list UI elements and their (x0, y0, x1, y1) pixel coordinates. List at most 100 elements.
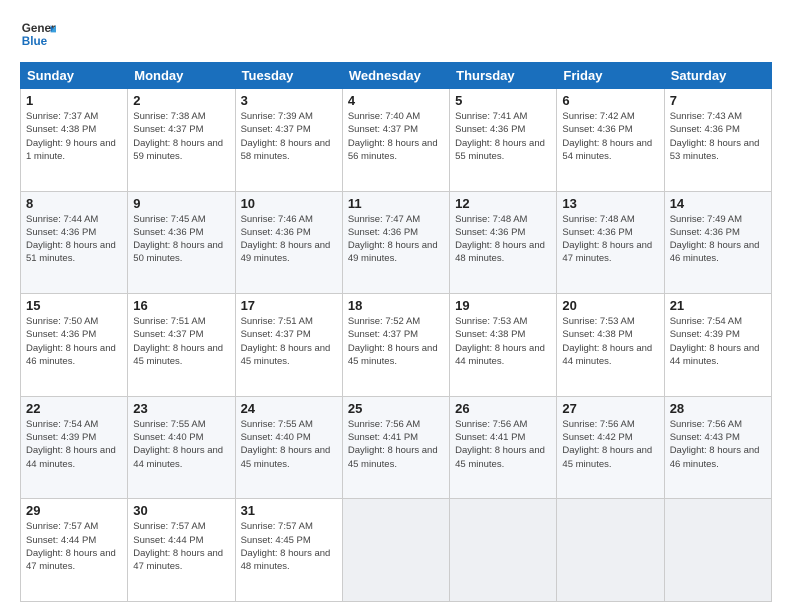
cell-sunset: Sunset: 4:36 PM (133, 227, 203, 238)
calendar-week-2: 8 Sunrise: 7:44 AM Sunset: 4:36 PM Dayli… (21, 191, 772, 294)
calendar-cell: 12 Sunrise: 7:48 AM Sunset: 4:36 PM Dayl… (450, 191, 557, 294)
cell-daylight: Daylight: 8 hours and 49 minutes. (241, 240, 331, 264)
day-number: 12 (455, 196, 551, 211)
cell-daylight: Daylight: 8 hours and 45 minutes. (348, 445, 438, 469)
cell-sunrise: Sunrise: 7:49 AM (670, 214, 742, 225)
calendar-cell: 5 Sunrise: 7:41 AM Sunset: 4:36 PM Dayli… (450, 89, 557, 192)
cell-sunset: Sunset: 4:37 PM (348, 329, 418, 340)
cell-sunset: Sunset: 4:37 PM (348, 124, 418, 135)
calendar-week-3: 15 Sunrise: 7:50 AM Sunset: 4:36 PM Dayl… (21, 294, 772, 397)
cell-sunrise: Sunrise: 7:52 AM (348, 316, 420, 327)
calendar-body: 1 Sunrise: 7:37 AM Sunset: 4:38 PM Dayli… (21, 89, 772, 602)
cell-sunset: Sunset: 4:36 PM (455, 227, 525, 238)
cell-sunrise: Sunrise: 7:53 AM (562, 316, 634, 327)
cell-sunset: Sunset: 4:37 PM (241, 124, 311, 135)
calendar-cell: 19 Sunrise: 7:53 AM Sunset: 4:38 PM Dayl… (450, 294, 557, 397)
cell-daylight: Daylight: 8 hours and 48 minutes. (241, 548, 331, 572)
day-number: 1 (26, 93, 122, 108)
cell-sunrise: Sunrise: 7:48 AM (562, 214, 634, 225)
day-number: 17 (241, 298, 337, 313)
day-number: 9 (133, 196, 229, 211)
calendar-cell: 20 Sunrise: 7:53 AM Sunset: 4:38 PM Dayl… (557, 294, 664, 397)
cell-sunrise: Sunrise: 7:41 AM (455, 111, 527, 122)
day-number: 21 (670, 298, 766, 313)
day-number: 18 (348, 298, 444, 313)
cell-daylight: Daylight: 8 hours and 46 minutes. (26, 343, 116, 367)
calendar-cell: 8 Sunrise: 7:44 AM Sunset: 4:36 PM Dayli… (21, 191, 128, 294)
cell-sunset: Sunset: 4:41 PM (348, 432, 418, 443)
cell-sunrise: Sunrise: 7:57 AM (241, 521, 313, 532)
day-number: 19 (455, 298, 551, 313)
cell-sunrise: Sunrise: 7:56 AM (348, 419, 420, 430)
cell-sunset: Sunset: 4:36 PM (670, 227, 740, 238)
cell-sunrise: Sunrise: 7:50 AM (26, 316, 98, 327)
cell-sunset: Sunset: 4:43 PM (670, 432, 740, 443)
cell-daylight: Daylight: 8 hours and 45 minutes. (348, 343, 438, 367)
cell-sunset: Sunset: 4:36 PM (562, 124, 632, 135)
cell-daylight: Daylight: 8 hours and 44 minutes. (26, 445, 116, 469)
cell-sunrise: Sunrise: 7:54 AM (670, 316, 742, 327)
cell-daylight: Daylight: 8 hours and 44 minutes. (562, 343, 652, 367)
cell-sunset: Sunset: 4:39 PM (26, 432, 96, 443)
calendar-header-row: SundayMondayTuesdayWednesdayThursdayFrid… (21, 63, 772, 89)
calendar-cell (450, 499, 557, 602)
cell-sunrise: Sunrise: 7:57 AM (133, 521, 205, 532)
calendar-cell: 4 Sunrise: 7:40 AM Sunset: 4:37 PM Dayli… (342, 89, 449, 192)
cell-sunset: Sunset: 4:44 PM (133, 535, 203, 546)
calendar-cell: 27 Sunrise: 7:56 AM Sunset: 4:42 PM Dayl… (557, 396, 664, 499)
cell-sunrise: Sunrise: 7:51 AM (241, 316, 313, 327)
cell-sunset: Sunset: 4:37 PM (241, 329, 311, 340)
calendar-cell: 14 Sunrise: 7:49 AM Sunset: 4:36 PM Dayl… (664, 191, 771, 294)
cell-sunset: Sunset: 4:36 PM (26, 329, 96, 340)
calendar-cell: 15 Sunrise: 7:50 AM Sunset: 4:36 PM Dayl… (21, 294, 128, 397)
day-number: 6 (562, 93, 658, 108)
cell-sunset: Sunset: 4:41 PM (455, 432, 525, 443)
cell-sunrise: Sunrise: 7:55 AM (241, 419, 313, 430)
cell-sunset: Sunset: 4:36 PM (562, 227, 632, 238)
day-number: 7 (670, 93, 766, 108)
day-number: 11 (348, 196, 444, 211)
calendar-cell: 26 Sunrise: 7:56 AM Sunset: 4:41 PM Dayl… (450, 396, 557, 499)
cell-daylight: Daylight: 8 hours and 45 minutes. (241, 343, 331, 367)
calendar-cell (664, 499, 771, 602)
day-number: 26 (455, 401, 551, 416)
cell-daylight: Daylight: 8 hours and 44 minutes. (133, 445, 223, 469)
cell-sunrise: Sunrise: 7:56 AM (455, 419, 527, 430)
cell-sunrise: Sunrise: 7:39 AM (241, 111, 313, 122)
cell-sunrise: Sunrise: 7:47 AM (348, 214, 420, 225)
cell-daylight: Daylight: 8 hours and 49 minutes. (348, 240, 438, 264)
day-number: 20 (562, 298, 658, 313)
logo-icon: General Blue (20, 16, 56, 52)
cell-sunset: Sunset: 4:42 PM (562, 432, 632, 443)
cell-sunset: Sunset: 4:36 PM (670, 124, 740, 135)
calendar-cell: 11 Sunrise: 7:47 AM Sunset: 4:36 PM Dayl… (342, 191, 449, 294)
day-number: 28 (670, 401, 766, 416)
calendar-cell: 3 Sunrise: 7:39 AM Sunset: 4:37 PM Dayli… (235, 89, 342, 192)
calendar-cell: 7 Sunrise: 7:43 AM Sunset: 4:36 PM Dayli… (664, 89, 771, 192)
cell-daylight: Daylight: 8 hours and 56 minutes. (348, 138, 438, 162)
calendar-cell: 25 Sunrise: 7:56 AM Sunset: 4:41 PM Dayl… (342, 396, 449, 499)
calendar-cell: 28 Sunrise: 7:56 AM Sunset: 4:43 PM Dayl… (664, 396, 771, 499)
day-number: 24 (241, 401, 337, 416)
cell-sunset: Sunset: 4:36 PM (26, 227, 96, 238)
cell-daylight: Daylight: 8 hours and 58 minutes. (241, 138, 331, 162)
cell-sunrise: Sunrise: 7:44 AM (26, 214, 98, 225)
cell-sunrise: Sunrise: 7:55 AM (133, 419, 205, 430)
cell-sunset: Sunset: 4:38 PM (455, 329, 525, 340)
cell-sunset: Sunset: 4:40 PM (241, 432, 311, 443)
day-number: 3 (241, 93, 337, 108)
day-number: 23 (133, 401, 229, 416)
col-header-thursday: Thursday (450, 63, 557, 89)
calendar-cell: 31 Sunrise: 7:57 AM Sunset: 4:45 PM Dayl… (235, 499, 342, 602)
cell-sunset: Sunset: 4:36 PM (455, 124, 525, 135)
day-number: 10 (241, 196, 337, 211)
cell-sunset: Sunset: 4:39 PM (670, 329, 740, 340)
cell-daylight: Daylight: 8 hours and 47 minutes. (26, 548, 116, 572)
calendar-cell: 16 Sunrise: 7:51 AM Sunset: 4:37 PM Dayl… (128, 294, 235, 397)
cell-daylight: Daylight: 8 hours and 47 minutes. (133, 548, 223, 572)
calendar-week-1: 1 Sunrise: 7:37 AM Sunset: 4:38 PM Dayli… (21, 89, 772, 192)
day-number: 13 (562, 196, 658, 211)
day-number: 4 (348, 93, 444, 108)
cell-daylight: Daylight: 8 hours and 53 minutes. (670, 138, 760, 162)
cell-sunset: Sunset: 4:36 PM (348, 227, 418, 238)
